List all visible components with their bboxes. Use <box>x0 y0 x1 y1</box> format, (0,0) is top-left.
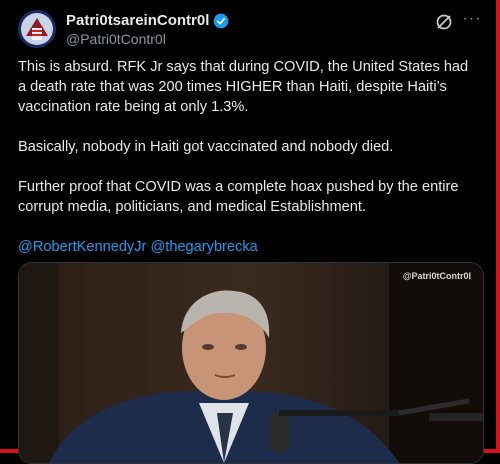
grok-icon[interactable] <box>434 12 454 32</box>
avatar[interactable] <box>18 10 56 48</box>
post-header: Patri0tsareinContr0l @Patri0tContr0l ··· <box>18 10 482 50</box>
display-name[interactable]: Patri0tsareinContr0l <box>66 12 209 29</box>
user-handle[interactable]: @Patri0tContr0l <box>66 31 166 47</box>
post-text: This is absurd. RFK Jr says that during … <box>18 57 480 277</box>
verified-badge-icon <box>213 13 229 29</box>
mentions: @RobertKennedyJr @thegarybrecka <box>18 237 480 257</box>
media-photo <box>19 263 483 463</box>
post-media-image[interactable]: @Patri0tContr0l <box>18 262 484 464</box>
mention-link[interactable]: @thegarybrecka <box>150 239 257 255</box>
post-paragraph-3: Further proof that COVID was a complete … <box>18 179 459 215</box>
mention-link[interactable]: @RobertKennedyJr <box>18 239 146 255</box>
more-dots-icon[interactable]: ··· <box>462 11 482 32</box>
post-paragraph-1: This is absurd. RFK Jr says that during … <box>18 59 469 115</box>
post-paragraph-2: Basically, nobody in Haiti got vaccinate… <box>18 139 394 155</box>
media-watermark: @Patri0tContr0l <box>402 271 471 281</box>
